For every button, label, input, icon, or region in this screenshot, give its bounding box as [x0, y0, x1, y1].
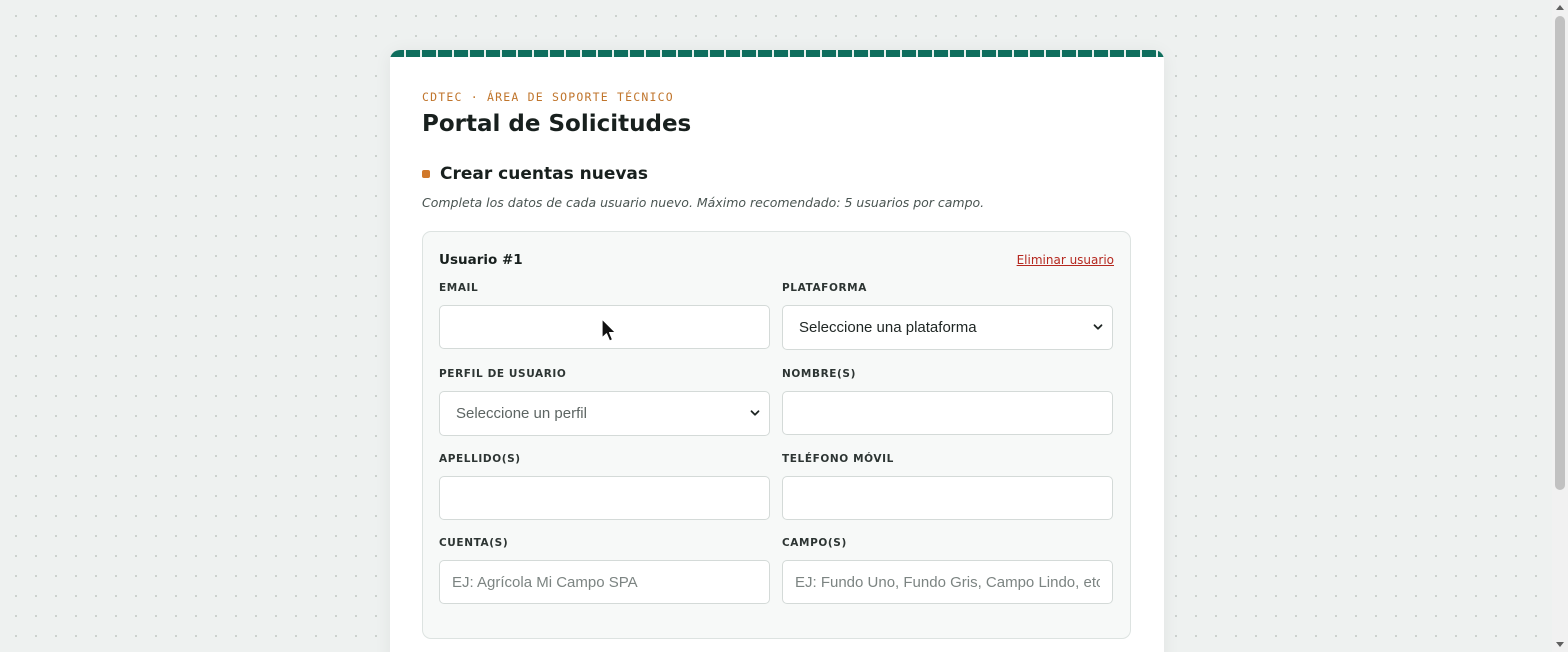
user-form-block: Usuario #1 Eliminar usuario EMAIL PLATAF… [422, 231, 1131, 639]
request-card: CDTEC · ÁREA DE SOPORTE TÉCNICO Portal d… [390, 50, 1164, 652]
square-bullet-icon [422, 170, 430, 178]
platform-field-group: PLATAFORMA Seleccione una plataforma [782, 280, 1113, 350]
first-name-field-group: NOMBRE(S) [782, 366, 1113, 435]
page-scrollbar[interactable] [1552, 0, 1568, 652]
platform-select[interactable]: Seleccione una plataforma [782, 305, 1113, 350]
card-top-stripe [390, 50, 1164, 57]
chevron-down-icon [750, 410, 760, 416]
page-title: Portal de Solicitudes [422, 111, 692, 137]
profile-field-group: PERFIL DE USUARIO Seleccione un perfil [439, 366, 770, 436]
last-name-field-group: APELLIDO(S) [439, 451, 770, 520]
accounts-label: CUENTA(S) [439, 537, 509, 549]
first-name-label: NOMBRE(S) [782, 368, 856, 380]
scrollbar-thumb[interactable] [1555, 16, 1565, 490]
fields-label: CAMPO(S) [782, 537, 847, 549]
mobile-phone-field-group: TELÉFONO MÓVIL [782, 451, 1113, 520]
last-name-label: APELLIDO(S) [439, 453, 521, 465]
profile-label: PERFIL DE USUARIO [439, 368, 567, 380]
chevron-down-icon [1093, 324, 1103, 330]
scroll-down-icon[interactable] [1556, 642, 1564, 647]
platform-label: PLATAFORMA [782, 282, 867, 294]
profile-select-value: Seleccione un perfil [456, 405, 587, 422]
scroll-up-icon[interactable] [1556, 5, 1564, 10]
email-label: EMAIL [439, 282, 479, 294]
section-title: Crear cuentas nuevas [440, 164, 649, 184]
section-description: Completa los datos de cada usuario nuevo… [422, 195, 985, 210]
mobile-phone-label: TELÉFONO MÓVIL [782, 453, 894, 465]
page-kicker: CDTEC · ÁREA DE SOPORTE TÉCNICO [422, 90, 674, 104]
accounts-input[interactable] [439, 560, 770, 604]
platform-select-value: Seleccione una plataforma [799, 319, 977, 336]
last-name-input[interactable] [439, 476, 770, 520]
first-name-input[interactable] [782, 391, 1113, 435]
user-title: Usuario #1 [439, 252, 523, 268]
mobile-phone-input[interactable] [782, 476, 1113, 520]
remove-user-link[interactable]: Eliminar usuario [1017, 253, 1114, 267]
accounts-field-group: CUENTA(S) [439, 535, 770, 604]
fields-field-group: CAMPO(S) [782, 535, 1113, 604]
profile-select[interactable]: Seleccione un perfil [439, 391, 770, 436]
section-header: Crear cuentas nuevas [422, 164, 648, 184]
fields-input[interactable] [782, 560, 1113, 604]
mouse-cursor-icon [601, 318, 617, 342]
